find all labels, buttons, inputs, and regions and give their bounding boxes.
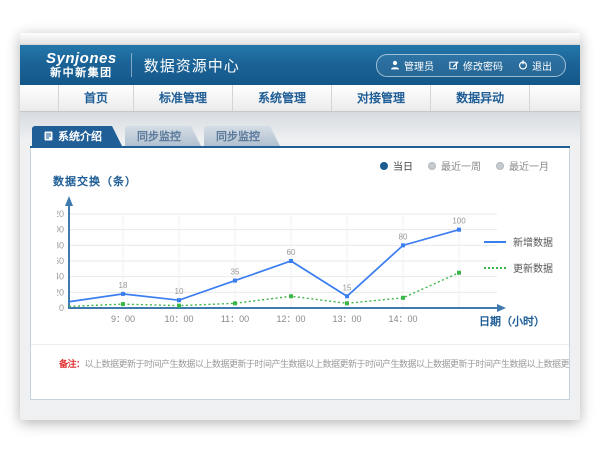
radio-icon xyxy=(496,162,504,170)
data-point xyxy=(233,279,237,283)
app-header: Synjones 新中新集团 数据资源中心 管理员 修改密码 退出 xyxy=(20,45,580,85)
nav-item-standard-mgmt[interactable]: 标准管理 xyxy=(134,85,233,111)
tab-label: 同步监控 xyxy=(216,128,260,144)
y-axis-arrow xyxy=(65,196,73,206)
page: Synjones 新中新集团 数据资源中心 管理员修改密码退出 首页标准管理系统… xyxy=(0,0,600,450)
nav-item-data-change[interactable]: 数据异动 xyxy=(431,85,530,111)
data-point xyxy=(401,296,405,300)
app-title: 数据资源中心 xyxy=(144,55,240,76)
svg-text:80: 80 xyxy=(57,240,64,250)
svg-text:120: 120 xyxy=(57,209,64,219)
user-menu-label: 退出 xyxy=(532,58,552,73)
data-point xyxy=(345,294,349,298)
data-point-label: 60 xyxy=(287,248,296,257)
time-filter-group: 当日 最近一周 最近一月 xyxy=(380,158,549,173)
data-point-label: 100 xyxy=(452,217,466,226)
nav-item-integration-mgmt[interactable]: 对接管理 xyxy=(332,85,431,111)
svg-text:0: 0 xyxy=(59,303,64,313)
chart-card: 当日 最近一周 最近一月 数据交换（条） 0 20 40 60 80 100 120 9：00 10… xyxy=(30,148,570,400)
main-nav: 首页标准管理系统管理对接管理数据异动 xyxy=(20,85,580,112)
data-point-label: 80 xyxy=(399,232,408,241)
legend-swatch xyxy=(484,267,506,269)
user-icon xyxy=(390,60,400,70)
filter-label: 当日 xyxy=(393,158,413,173)
data-point xyxy=(233,301,237,305)
data-point xyxy=(457,271,461,275)
tab-label: 同步监控 xyxy=(137,128,181,144)
note-text: 以上数据更新于时间产生数据以上数据更新于时间产生数据以上数据更新于时间产生数据以… xyxy=(85,359,569,369)
data-point xyxy=(121,302,125,306)
filter-last-week[interactable]: 最近一周 xyxy=(428,158,481,173)
filter-today[interactable]: 当日 xyxy=(380,158,413,173)
edit-icon xyxy=(449,60,459,70)
power-icon xyxy=(518,60,528,70)
chart-legend: 新增数据更新数据 xyxy=(484,234,553,275)
x-axis-title: 日期（小时） xyxy=(479,313,545,329)
radio-icon xyxy=(380,162,388,170)
data-point xyxy=(457,228,461,232)
svg-text:100: 100 xyxy=(57,225,64,235)
svg-text:13：00: 13：00 xyxy=(332,314,361,324)
y-axis-title: 数据交换（条） xyxy=(53,173,137,189)
note: 备注：以上数据更新于时间产生数据以上数据更新于时间产生数据以上数据更新于时间产生… xyxy=(31,344,569,370)
svg-text:12：00: 12：00 xyxy=(276,314,305,324)
header-divider xyxy=(131,53,132,77)
window-chrome xyxy=(20,33,580,45)
data-point-label: 15 xyxy=(343,283,352,292)
app-window: Synjones 新中新集团 数据资源中心 管理员修改密码退出 首页标准管理系统… xyxy=(20,33,580,420)
x-axis-ticks: 9：00 10：00 11：00 12：00 13：00 14：00 xyxy=(111,314,418,324)
svg-text:20: 20 xyxy=(57,287,64,297)
legend-swatch xyxy=(484,241,506,243)
data-point xyxy=(401,243,405,247)
tab-bar: 系统介绍 同步监控 同步监控 xyxy=(32,126,570,146)
logo: Synjones 新中新集团 xyxy=(46,51,117,80)
data-point xyxy=(345,301,349,305)
tab-sync-monitor-1[interactable]: 同步监控 xyxy=(125,126,201,146)
legend-item-new-data-series: 新增数据 xyxy=(484,234,553,249)
y-axis-ticks: 0 20 40 60 80 100 120 xyxy=(57,209,64,313)
data-point-label: 10 xyxy=(175,287,184,296)
svg-text:11：00: 11：00 xyxy=(221,314,249,324)
user-menu-item-admin-user[interactable]: 管理员 xyxy=(390,58,434,73)
nav-item-system-mgmt[interactable]: 系统管理 xyxy=(233,85,332,111)
svg-text:60: 60 xyxy=(57,256,64,266)
user-menu-label: 管理员 xyxy=(404,58,434,73)
filter-label: 最近一周 xyxy=(441,158,481,173)
user-menu-item-change-password[interactable]: 修改密码 xyxy=(449,58,503,73)
legend-label: 更新数据 xyxy=(513,260,553,275)
nav-item-home[interactable]: 首页 xyxy=(58,85,134,111)
radio-icon xyxy=(428,162,436,170)
note-label: 备注： xyxy=(59,359,85,369)
legend-label: 新增数据 xyxy=(513,234,553,249)
user-menu-item-logout[interactable]: 退出 xyxy=(518,58,552,73)
gridlines xyxy=(69,214,497,308)
tab-label: 系统介绍 xyxy=(58,128,102,144)
data-point xyxy=(177,298,181,302)
data-point xyxy=(121,292,125,296)
tab-system-intro[interactable]: 系统介绍 xyxy=(32,126,122,146)
data-point xyxy=(289,294,293,298)
logo-subtitle: 新中新集团 xyxy=(46,67,117,79)
tab-sync-monitor-2[interactable]: 同步监控 xyxy=(204,126,280,146)
line-chart: 0 20 40 60 80 100 120 9：00 10：00 11：00 12：00 13：00 1… xyxy=(57,190,527,342)
svg-text:10：00: 10：00 xyxy=(164,314,193,324)
data-point xyxy=(289,259,293,263)
data-point xyxy=(177,304,181,308)
content-area: 系统介绍 同步监控 同步监控 当日 最近一周 最近一月 数据交换（条） 0 20 40 60 8… xyxy=(20,112,580,420)
data-point-label: 35 xyxy=(231,268,240,277)
filter-label: 最近一月 xyxy=(509,158,549,173)
legend-item-updated-data-series: 更新数据 xyxy=(484,260,553,275)
logo-wordmark: Synjones xyxy=(46,51,117,68)
filter-last-month[interactable]: 最近一月 xyxy=(496,158,549,173)
data-point-label: 18 xyxy=(119,281,128,290)
user-menu-label: 修改密码 xyxy=(463,58,503,73)
svg-text:9：00: 9：00 xyxy=(111,314,135,324)
svg-text:40: 40 xyxy=(57,272,64,282)
svg-text:14：00: 14：00 xyxy=(388,314,417,324)
doc-icon xyxy=(44,131,53,141)
x-axis-arrow xyxy=(497,304,506,312)
user-menu: 管理员 修改密码 退出 xyxy=(376,54,566,77)
